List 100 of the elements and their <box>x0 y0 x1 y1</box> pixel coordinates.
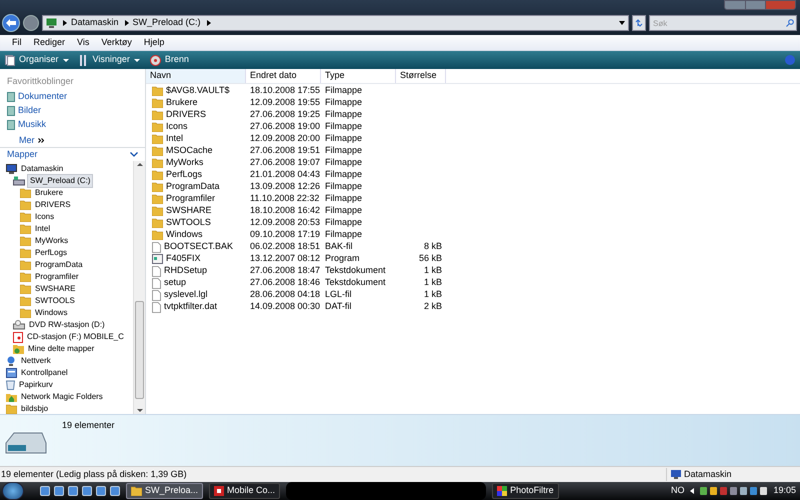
back-button[interactable] <box>2 14 20 32</box>
more-link[interactable]: Mer <box>19 134 34 147</box>
tree-item[interactable]: SW_Preload (C:) <box>27 174 94 188</box>
toolbar-button[interactable]: Organiser <box>5 53 69 67</box>
address-bar[interactable]: Datamaskin SW_Preload (C:) <box>42 15 629 31</box>
breadcrumb[interactable]: SW_Preload (C:) <box>132 16 201 30</box>
table-cell-text: 2 kB <box>422 300 443 314</box>
column-header[interactable]: Navn <box>146 69 246 83</box>
file-name[interactable]: Brukere <box>166 96 198 110</box>
file-name[interactable]: RHDSetup <box>164 264 208 278</box>
file-name[interactable]: Intel <box>166 132 184 146</box>
tree-item[interactable]: Icons <box>33 211 56 223</box>
computer-icon <box>6 164 17 174</box>
favorite-link[interactable]: Musikk <box>18 118 46 132</box>
taskbar-button[interactable]: Mobile Co... <box>209 483 280 499</box>
toolbar-button[interactable]: Visninger <box>78 53 140 67</box>
tree-item[interactable]: Programfiler <box>33 271 81 283</box>
table-cell-text: Filmappe <box>324 192 364 206</box>
search-field[interactable]: Søk <box>649 15 797 31</box>
tree-item[interactable]: Brukere <box>33 187 66 199</box>
document-icon <box>152 302 161 312</box>
folder-icon <box>20 248 31 258</box>
tree-item[interactable]: DRIVERS <box>33 199 73 211</box>
folder-icon <box>152 218 163 228</box>
column-header[interactable]: Type <box>321 69 396 83</box>
table-cell-text: 27.06.2008 19:00 <box>249 120 321 134</box>
collapse-chevron-icon[interactable] <box>130 152 138 157</box>
table-cell-text: Filmappe <box>324 168 364 182</box>
tree-item[interactable]: MyWorks <box>33 235 70 247</box>
tree-item[interactable]: bildsbjo <box>19 403 50 414</box>
folder-icon <box>152 170 163 180</box>
table-cell-text: Filmappe <box>324 156 364 170</box>
menu-item[interactable]: Vis <box>77 36 90 50</box>
tree-item[interactable]: Nettverk <box>19 355 53 367</box>
tree-item[interactable]: Network Magic Folders <box>19 391 105 403</box>
file-name[interactable]: PerfLogs <box>166 168 202 182</box>
tree-item[interactable]: Kontrollpanel <box>19 367 70 379</box>
file-name[interactable]: DRIVERS <box>166 108 206 122</box>
taskbar-button[interactable]: PhotoFiltre <box>492 483 559 499</box>
file-name[interactable]: setup <box>164 276 186 290</box>
column-header[interactable]: Endret dato <box>246 69 321 83</box>
tree-item[interactable]: Windows <box>33 307 70 319</box>
table-cell-text: 21.01.2008 04:43 <box>249 168 321 182</box>
folder-icon <box>152 206 163 216</box>
file-name[interactable]: $AVG8.VAULT$ <box>166 84 230 98</box>
table-cell-text: 06.02.2008 18:51 <box>249 240 321 254</box>
tree-item[interactable]: SWTOOLS <box>33 295 77 307</box>
refresh-button[interactable] <box>632 15 646 31</box>
language-indicator[interactable]: NO <box>670 484 684 498</box>
toolbar-button[interactable]: Brenn <box>150 53 189 67</box>
status-text: 19 elementer (Ledig plass på disken: 1,39 GB) <box>0 468 188 481</box>
forward-button[interactable] <box>23 15 39 31</box>
tree-item[interactable]: ProgramData <box>33 259 85 271</box>
breadcrumb[interactable]: Datamaskin <box>71 16 119 30</box>
tree-item[interactable]: SWSHARE <box>33 283 78 295</box>
menu-item[interactable]: Hjelp <box>144 36 164 50</box>
table-cell-text: 27.06.2008 19:07 <box>249 156 321 170</box>
folder-icon <box>152 158 163 168</box>
table-cell-text: Filmappe <box>324 180 364 194</box>
clock[interactable]: 19:05 <box>773 484 796 498</box>
favorite-link[interactable]: Dokumenter <box>18 90 68 104</box>
dropdown-caret-icon[interactable] <box>619 21 625 25</box>
taskbar-button[interactable]: SW_Preloa... <box>126 483 204 499</box>
file-name[interactable]: syslevel.lgl <box>164 288 208 302</box>
folder-icon <box>20 212 31 222</box>
file-name[interactable]: F405FIX <box>166 252 201 266</box>
file-name[interactable]: tvtpktfilter.dat <box>164 300 218 314</box>
trash-icon <box>6 380 15 390</box>
scrollbar[interactable] <box>133 161 145 414</box>
file-name[interactable]: BOOTSECT.BAK <box>164 240 234 254</box>
tree-item[interactable]: Mine delte mapper <box>26 343 96 355</box>
menu-item[interactable]: Rediger <box>34 36 66 50</box>
tree-item[interactable]: Datamaskin <box>19 163 66 175</box>
file-name[interactable]: ProgramData <box>166 180 220 194</box>
disc-drive-icon <box>13 320 25 330</box>
table-cell-text: 14.09.2008 00:30 <box>249 300 321 314</box>
column-header[interactable]: Størrelse <box>396 69 446 83</box>
file-name[interactable]: Windows <box>166 228 203 242</box>
file-name[interactable]: MSOCache <box>166 144 213 158</box>
file-name[interactable]: MyWorks <box>166 156 204 170</box>
table-cell-text: Filmappe <box>324 120 364 134</box>
tree-item[interactable]: CD-stasjon (F:) MOBILE_C <box>25 331 126 343</box>
tree-item[interactable]: Papirkurv <box>17 379 55 391</box>
start-button[interactable] <box>2 482 24 500</box>
table-cell-text: Filmappe <box>324 108 364 122</box>
folder-icon <box>20 296 31 306</box>
favorite-link[interactable]: Bilder <box>18 104 42 118</box>
folder-icon <box>152 194 163 204</box>
file-name[interactable]: Programfiler <box>166 192 216 206</box>
file-name[interactable]: SWSHARE <box>166 204 212 218</box>
file-name[interactable]: SWTOOLS <box>166 216 211 230</box>
tree-item[interactable]: Intel <box>33 223 52 235</box>
tree-item[interactable]: DVD RW-stasjon (D:) <box>27 319 107 331</box>
menu-item[interactable]: Fil <box>12 36 22 50</box>
table-cell-text: LGL-fil <box>324 288 353 302</box>
tree-item[interactable]: PerfLogs <box>33 247 70 259</box>
table-cell-text: 1 kB <box>422 264 443 278</box>
menu-item[interactable]: Verktøy <box>101 36 132 50</box>
show-hidden-icon[interactable] <box>690 488 694 494</box>
file-name[interactable]: Icons <box>166 120 188 134</box>
